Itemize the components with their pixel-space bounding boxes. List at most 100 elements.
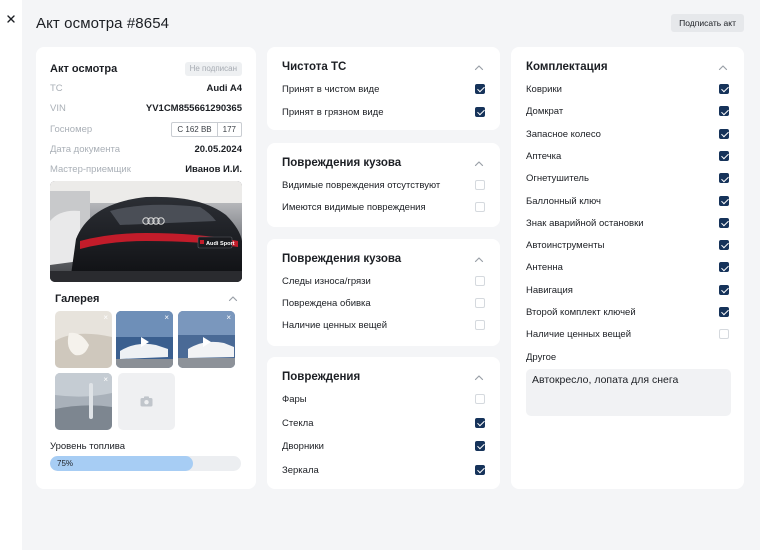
checkbox-checked[interactable] <box>719 150 729 161</box>
body-damage-title: Повреждения кузова <box>282 253 402 265</box>
chevron-up-icon[interactable] <box>474 160 484 167</box>
checklist-item[interactable]: Наличие ценных вещей <box>282 319 485 333</box>
checkbox-checked[interactable] <box>475 464 485 475</box>
body-damage-card: Повреждения кузова Следы износа/грязи Пов… <box>267 239 500 346</box>
checklist-item[interactable]: Наличие ценных вещей <box>526 328 729 342</box>
remove-thumb-icon[interactable]: × <box>103 313 108 322</box>
checklist-item-label: Дворники <box>282 441 324 452</box>
checklist-item[interactable]: Автоинструменты <box>526 239 729 253</box>
gallery-thumb-photo[interactable]: × <box>55 311 112 368</box>
checklist-item-label: Фары <box>282 394 307 405</box>
checkbox-checked[interactable] <box>475 441 485 451</box>
body-damage-card: Повреждения кузова Видимые повреждения о… <box>267 143 500 227</box>
checklist-item[interactable]: Стекла <box>282 417 485 431</box>
chevron-up-icon[interactable] <box>474 64 484 71</box>
car-brand-text: Audi Sport <box>206 241 235 247</box>
chevron-up-icon[interactable] <box>474 374 484 381</box>
checklist-item-label: Видимые повреждения отсутствуют <box>282 180 441 191</box>
date-row: Дата документа 20.05.2024 <box>50 144 242 158</box>
checkbox-unchecked[interactable] <box>475 298 485 308</box>
gallery-thumb-video[interactable]: × <box>178 311 235 368</box>
checkbox-checked[interactable] <box>719 284 729 295</box>
checkbox-checked[interactable] <box>719 84 729 94</box>
checklist-item[interactable]: Фары <box>282 393 485 407</box>
remove-thumb-icon[interactable]: × <box>103 375 108 384</box>
checkbox-checked[interactable] <box>475 417 485 428</box>
checkbox-unchecked[interactable] <box>475 276 485 286</box>
checkbox-unchecked[interactable] <box>475 202 485 212</box>
checklist-item[interactable]: Принят в грязном виде <box>282 106 485 120</box>
damages-title: Повреждения <box>282 371 361 383</box>
fuel-label: Уровень топлива <box>50 441 125 452</box>
checkbox-unchecked[interactable] <box>475 394 485 404</box>
checklist-item-label: Стекла <box>282 417 314 429</box>
checklist-item[interactable]: Коврики <box>526 83 729 97</box>
other-input[interactable]: Автокресло, лопата для снега <box>526 369 731 416</box>
act-card: Акт осмотра Не подписан ТС Audi A4 VIN Y… <box>36 47 256 489</box>
checklist-item[interactable]: Видимые повреждения отсутствуют <box>282 179 485 193</box>
chevron-up-icon[interactable] <box>718 64 728 71</box>
checkbox-unchecked[interactable] <box>475 320 485 330</box>
date-label: Дата документа <box>50 144 120 155</box>
checklist-item-label: Огнетушитель <box>526 173 589 185</box>
checklist-item[interactable]: Второй комплект ключей <box>526 306 729 320</box>
checklist-item[interactable]: Баллонный ключ <box>526 195 729 209</box>
checklist-item-label: Баллонный ключ <box>526 195 601 207</box>
checklist-item-label: Коврики <box>526 84 562 95</box>
checklist-item[interactable]: Аптечка <box>526 150 729 164</box>
inspection-page: Акт осмотра #8654 Подписать акт Акт осмо… <box>22 0 760 550</box>
add-photo-button[interactable] <box>118 373 175 430</box>
checklist-item[interactable]: Принят в чистом виде <box>282 83 485 97</box>
checkbox-unchecked[interactable] <box>475 180 485 190</box>
checkbox-checked[interactable] <box>719 262 729 273</box>
checkbox-checked[interactable] <box>719 128 729 139</box>
checkbox-checked[interactable] <box>719 106 729 117</box>
checkbox-checked[interactable] <box>719 240 729 251</box>
vehicle-value: Audi A4 <box>206 83 242 94</box>
checklist-item[interactable]: Имеются видимые повреждения <box>282 201 485 215</box>
checklist-item-label: Домкрат <box>526 106 564 118</box>
checklist-item[interactable]: Знак аварийной остановки <box>526 217 729 231</box>
checkbox-checked[interactable] <box>719 173 729 184</box>
checklist-item[interactable]: Зеркала <box>282 464 485 478</box>
gallery-thumb-video[interactable]: × <box>116 311 173 368</box>
other-label: Другое <box>526 352 557 363</box>
checklist-item[interactable]: Навигация <box>526 284 729 298</box>
sign-act-button[interactable]: Подписать акт <box>671 14 744 32</box>
checklist-item-label: Запасное колесо <box>526 128 601 140</box>
checklist-item-label: Второй комплект ключей <box>526 307 636 318</box>
checkbox-checked[interactable] <box>719 217 729 228</box>
checklist-item-label: Автоинструменты <box>526 240 605 252</box>
chevron-up-icon[interactable] <box>474 256 484 263</box>
checklist-item-label: Знак аварийной остановки <box>526 217 644 229</box>
checkbox-checked[interactable] <box>475 107 485 117</box>
gallery-thumb-photo[interactable]: × <box>55 373 112 430</box>
gallery-title: Галерея <box>55 293 100 305</box>
checklist-item[interactable]: Антенна <box>526 261 729 275</box>
fuel-level-bar: 75% <box>50 456 241 471</box>
remove-thumb-icon[interactable]: × <box>226 313 231 322</box>
equipment-card: Комплектация Коврики Домкрат Запасное коле… <box>511 47 744 489</box>
checkbox-checked[interactable] <box>719 307 729 317</box>
damages-card: Повреждения Фары Стекла Дворники Зеркала <box>267 357 500 489</box>
remove-thumb-icon[interactable]: × <box>164 313 169 322</box>
car-photo[interactable]: Audi Sport <box>50 181 242 282</box>
master-value: Иванов И.И. <box>185 164 242 175</box>
checkbox-checked[interactable] <box>719 195 729 206</box>
checkbox-unchecked[interactable] <box>719 329 729 340</box>
cleanliness-card: Чистота ТС Принят в чистом виде Принят в … <box>267 47 500 130</box>
checklist-item-label: Наличие ценных вещей <box>526 329 632 341</box>
camera-icon <box>140 396 153 407</box>
checklist-item[interactable]: Следы износа/грязи <box>282 275 485 289</box>
checklist-item-label: Следы износа/грязи <box>282 276 371 287</box>
checklist-item[interactable]: Домкрат <box>526 105 729 119</box>
checklist-item[interactable]: Дворники <box>282 440 485 454</box>
checklist-item-label: Аптечка <box>526 150 562 162</box>
checklist-item-label: Повреждена обивка <box>282 298 371 309</box>
checklist-item[interactable]: Запасное колесо <box>526 128 729 142</box>
checkbox-checked[interactable] <box>475 84 485 94</box>
checklist-item[interactable]: Повреждена обивка <box>282 297 485 311</box>
close-icon[interactable] <box>6 14 16 24</box>
checklist-item[interactable]: Огнетушитель <box>526 172 729 186</box>
chevron-up-icon[interactable] <box>228 295 238 302</box>
